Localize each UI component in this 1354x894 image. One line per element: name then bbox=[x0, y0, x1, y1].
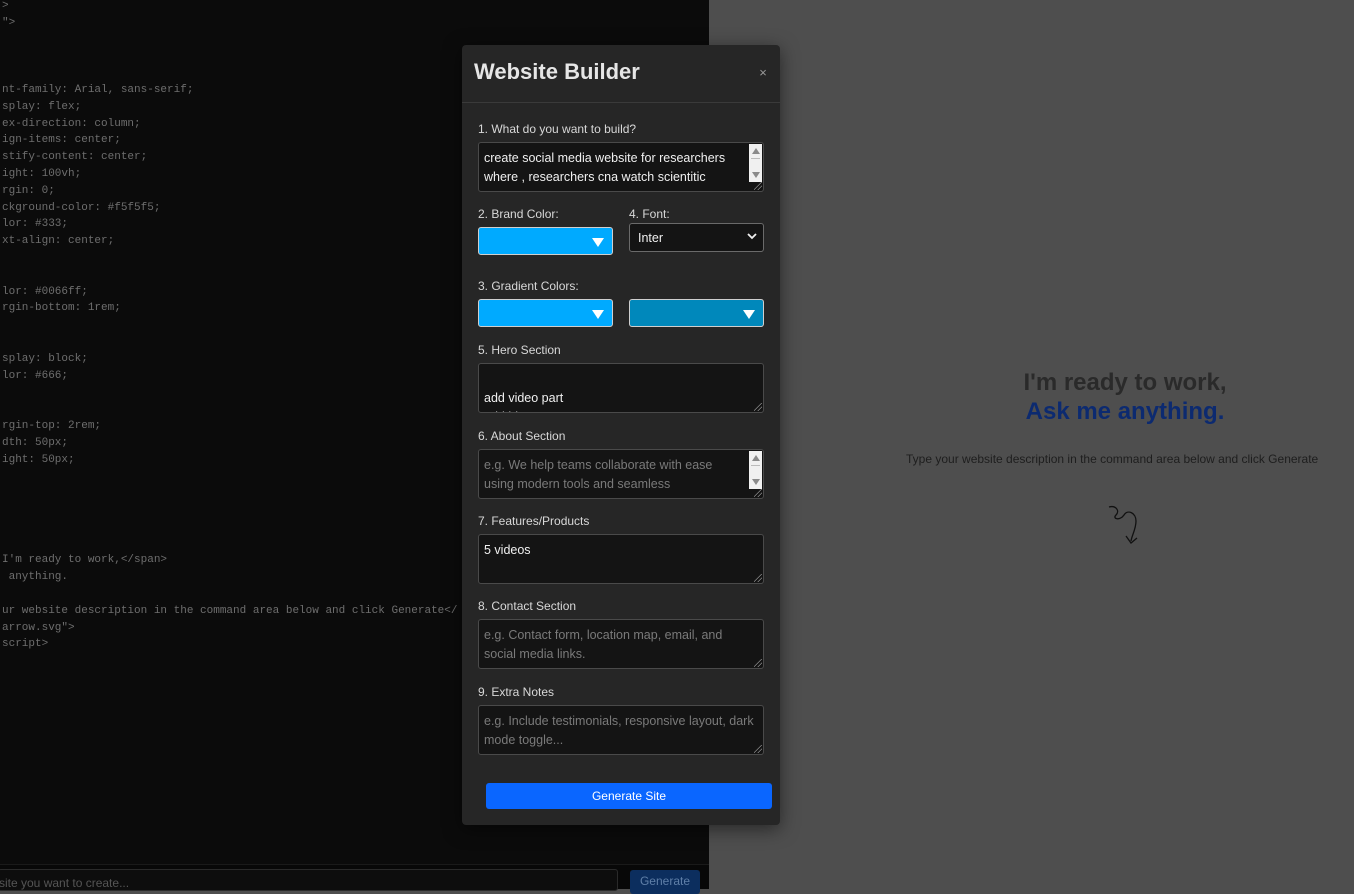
scroll-down-icon[interactable] bbox=[752, 172, 760, 178]
code-line: rgin: 0; bbox=[2, 185, 55, 197]
code-line: rgin-top: 2rem; bbox=[2, 420, 102, 432]
code-line: xt-align: center; bbox=[2, 235, 115, 247]
code-line: ur website description in the command ar… bbox=[2, 605, 458, 617]
resize-handle-icon[interactable] bbox=[754, 182, 762, 190]
code-line: splay: block; bbox=[2, 353, 88, 365]
code-line: anything. bbox=[2, 571, 69, 583]
code-line: nt-family: Arial, sans-serif; bbox=[2, 84, 194, 96]
about-placeholder: e.g. We help teams collaborate with ease… bbox=[484, 458, 713, 491]
code-line: lor: #333; bbox=[2, 218, 69, 230]
close-button[interactable]: × bbox=[756, 65, 770, 81]
build-textarea[interactable]: create social media website for research… bbox=[478, 142, 764, 192]
command-generate-button[interactable]: Generate bbox=[630, 870, 700, 894]
heading-line-1: I'm ready to work, bbox=[1023, 369, 1227, 396]
dropdown-triangle-icon bbox=[592, 310, 604, 319]
code-line: script> bbox=[2, 638, 49, 650]
about-label: 6. About Section bbox=[478, 429, 566, 443]
code-line: dth: 50px; bbox=[2, 437, 69, 449]
code-line: lor: #666; bbox=[2, 370, 69, 382]
code-line: lor: #0066ff; bbox=[2, 286, 88, 298]
about-scrollbar[interactable] bbox=[749, 451, 762, 489]
build-value: create social media website for research… bbox=[484, 151, 726, 184]
scroll-up-icon[interactable] bbox=[752, 455, 760, 461]
modal-title: Website Builder bbox=[474, 59, 640, 84]
extra-placeholder: e.g. Include testimonials, responsive la… bbox=[484, 714, 754, 747]
features-label: 7. Features/Products bbox=[478, 514, 590, 528]
curly-arrow-icon bbox=[1108, 505, 1138, 544]
font-value: Inter bbox=[638, 231, 664, 245]
contact-textarea[interactable]: e.g. Contact form, location map, email, … bbox=[478, 619, 764, 669]
code-line: ex-direction: column; bbox=[2, 118, 141, 130]
resize-handle-icon[interactable] bbox=[754, 403, 762, 411]
preview-hint: Type your website description in the com… bbox=[906, 452, 1319, 466]
about-textarea[interactable]: e.g. We help teams collaborate with ease… bbox=[478, 449, 764, 499]
contact-placeholder: e.g. Contact form, location map, email, … bbox=[484, 628, 723, 661]
code-line: ight: 100vh; bbox=[2, 168, 82, 180]
heading-line-2: Ask me anything. bbox=[1025, 398, 1225, 425]
features-textarea[interactable]: 5 videos bbox=[478, 534, 764, 584]
preview-heading: I'm ready to work, Ask me anything. bbox=[1009, 368, 1241, 426]
build-label: 1. What do you want to build? bbox=[478, 122, 637, 136]
contact-label: 8. Contact Section bbox=[478, 599, 577, 613]
hero-textarea[interactable]: add video part add blogs bbox=[478, 363, 764, 413]
gradient-color-2-picker[interactable] bbox=[629, 299, 764, 327]
gradient-label: 3. Gradient Colors: bbox=[478, 279, 579, 293]
brand-color-label: 2. Brand Color: bbox=[478, 207, 559, 221]
scroll-thumb[interactable] bbox=[751, 465, 760, 466]
scroll-up-icon[interactable] bbox=[752, 148, 760, 154]
resize-handle-icon[interactable] bbox=[754, 489, 762, 497]
code-line: arrow.svg"> bbox=[2, 622, 75, 634]
scroll-thumb[interactable] bbox=[751, 158, 760, 159]
code-line: rgin-bottom: 1rem; bbox=[2, 302, 121, 314]
modal-header: Website Builder × bbox=[462, 45, 780, 103]
brand-color-picker[interactable] bbox=[478, 227, 613, 255]
code-line: > bbox=[2, 0, 9, 12]
font-label: 4. Font: bbox=[629, 207, 670, 221]
website-builder-modal: Website Builder × 1. What do you want to… bbox=[462, 45, 780, 825]
generate-site-button[interactable]: Generate Site bbox=[486, 783, 772, 809]
chevron-down-icon bbox=[747, 233, 757, 240]
resize-handle-icon[interactable] bbox=[754, 659, 762, 667]
code-line: ckground-color: #f5f5f5; bbox=[2, 202, 161, 214]
features-value: 5 videos bbox=[484, 543, 531, 557]
code-line: splay: flex; bbox=[2, 101, 82, 113]
dropdown-triangle-icon bbox=[743, 310, 755, 319]
code-line: stify-content: center; bbox=[2, 151, 148, 163]
gradient-color-1-picker[interactable] bbox=[478, 299, 613, 327]
code-line: I'm ready to work,</span> bbox=[2, 554, 168, 566]
code-line: "> bbox=[2, 17, 16, 29]
dropdown-triangle-icon bbox=[592, 238, 604, 247]
scroll-down-icon[interactable] bbox=[752, 479, 760, 485]
hero-value: add video part add blogs bbox=[484, 391, 564, 412]
hero-label: 5. Hero Section bbox=[478, 343, 561, 357]
code-line: ign-items: center; bbox=[2, 134, 121, 146]
extra-textarea[interactable]: e.g. Include testimonials, responsive la… bbox=[478, 705, 764, 755]
extra-label: 9. Extra Notes bbox=[478, 685, 555, 699]
preview-pane bbox=[709, 0, 1354, 888]
build-scrollbar[interactable] bbox=[749, 144, 762, 182]
code-line: ight: 50px; bbox=[2, 454, 75, 466]
resize-handle-icon[interactable] bbox=[754, 745, 762, 753]
resize-handle-icon[interactable] bbox=[754, 574, 762, 582]
font-select[interactable]: Inter bbox=[629, 223, 764, 252]
